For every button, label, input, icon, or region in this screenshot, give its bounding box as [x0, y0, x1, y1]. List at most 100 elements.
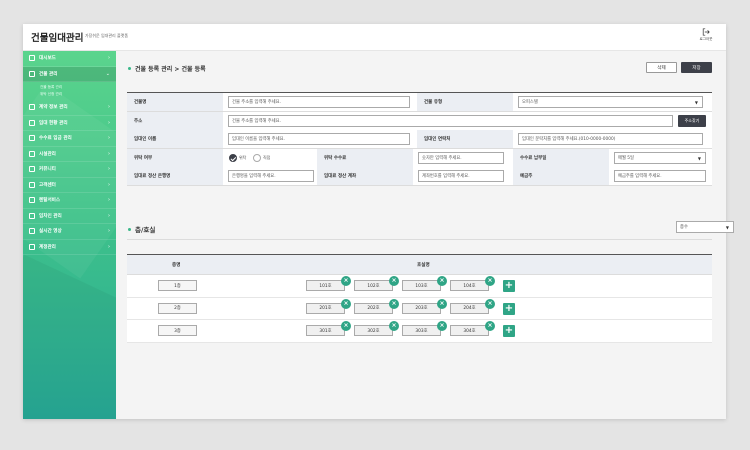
fee-date-select[interactable]: 매월 5일 ▼: [614, 151, 706, 164]
room-chip[interactable]: 301호 ×: [306, 321, 351, 336]
floor-button[interactable]: 1층: [158, 280, 197, 291]
sidebar-item-fee-deposit[interactable]: 수수료 입금 관리 ›: [23, 131, 116, 147]
sidebar-item-label: 고객센터: [39, 182, 56, 188]
account-cell: 계좌번호를 입력해 주세요.: [413, 167, 513, 185]
remove-room-icon[interactable]: ×: [437, 321, 447, 331]
sidebar-item-label: 렌탈서비스: [39, 198, 61, 204]
sidebar-item-label: 임대 현황 관리: [39, 120, 68, 126]
remove-room-icon[interactable]: ×: [341, 321, 351, 331]
sidebar-item-tenant[interactable]: 임차인 관리 ›: [23, 209, 116, 224]
column-header-room: 호실명: [417, 263, 430, 268]
breadcrumb: 건물 등록 관리 > 건물 등록: [128, 64, 206, 73]
bank-label: 임대료 정산 은행명: [127, 167, 223, 185]
sidebar-item-rental[interactable]: 렌탈서비스 ›: [23, 193, 116, 209]
remove-room-icon[interactable]: ×: [437, 276, 447, 286]
room-chip[interactable]: 201호 ×: [306, 298, 351, 314]
logout-label: 로그아웃: [699, 37, 713, 41]
logout-button[interactable]: 로그아웃: [696, 28, 716, 42]
room-label: 104호: [463, 283, 476, 289]
remove-room-icon[interactable]: ×: [485, 298, 495, 309]
address-input[interactable]: 건물 주소를 입력해 주세요.: [228, 114, 673, 127]
address-cell: 건물 주소를 입력해 주세요. 주소찾기: [223, 111, 712, 130]
floor-button[interactable]: 2층: [158, 302, 197, 314]
floors-title-text: 층/호실: [135, 226, 156, 234]
address-label: 주소: [127, 111, 223, 130]
room-chip[interactable]: 204호 ×: [450, 298, 495, 314]
remove-room-icon[interactable]: ×: [389, 276, 399, 286]
remove-room-icon[interactable]: ×: [485, 321, 495, 331]
sidebar-item-label: 건물 관리: [39, 71, 58, 77]
find-address-button[interactable]: 주소찾기: [678, 114, 706, 127]
room-chip[interactable]: 103호 ×: [402, 276, 447, 291]
room-chip[interactable]: 203호 ×: [402, 298, 447, 314]
consign-fee-cell: 숫자만 입력해 주세요.: [413, 148, 513, 167]
room-chip[interactable]: 202호 ×: [354, 298, 399, 314]
room-chip[interactable]: 104호 ×: [450, 276, 495, 291]
table-header: 층명 호실명: [127, 255, 712, 275]
bank-input[interactable]: 은행명을 입력해 주세요.: [228, 170, 314, 182]
fee-date-cell: 매월 5일 ▼: [609, 148, 712, 167]
add-room-button[interactable]: +: [503, 280, 515, 292]
bank-cell: 은행명을 입력해 주세요.: [223, 167, 317, 185]
room-chip[interactable]: 304호 ×: [450, 321, 495, 336]
room-chip[interactable]: 303호 ×: [402, 321, 447, 336]
building-icon: [29, 70, 35, 77]
main-content: 건물 등록 관리 > 건물 등록 삭제 저장 건물명 건물 주소를 입력해 주세…: [116, 51, 734, 419]
room-chip[interactable]: 302호 ×: [354, 321, 399, 336]
sidebar-item-lease-status[interactable]: 임대 현황 관리 ›: [23, 116, 116, 131]
remove-room-icon[interactable]: ×: [437, 298, 447, 309]
room-chip[interactable]: 102호 ×: [354, 276, 399, 291]
sidebar-item-facility[interactable]: 시설관리 ›: [23, 147, 116, 162]
landlord-name-input[interactable]: 임대인 이름을 입력해 주세요.: [228, 133, 410, 145]
sidebar-item-label: 수수료 입금 관리: [39, 136, 72, 142]
consign-radio-yes[interactable]: 위탁: [229, 153, 247, 162]
caret-down-icon: ▼: [725, 225, 729, 230]
room-label: 204호: [463, 306, 476, 311]
floor-button[interactable]: 3층: [158, 325, 197, 336]
account-input[interactable]: 계좌번호를 입력해 주세요.: [418, 170, 504, 182]
building-name-input[interactable]: 건물 주소를 입력해 주세요.: [228, 96, 410, 108]
form-row: 건물명 건물 주소를 입력해 주세요. 건물 유형 오피스텔 ▼: [127, 93, 712, 112]
sidebar-item-building[interactable]: 건물 관리 ⌄: [23, 66, 116, 82]
sidebar-decoration: [23, 254, 116, 419]
sidebar-item-account[interactable]: 계정관리 ›: [23, 240, 116, 255]
remove-room-icon[interactable]: ×: [341, 276, 351, 286]
sidebar-menu: 대시보드 › 건물 관리 ⌄ 건물 등록 관리 위탁 신청 관리 계약 정보 관리 ›…: [23, 51, 116, 255]
room-label: 101호: [319, 283, 332, 289]
room-label: 203호: [415, 306, 428, 311]
building-type-cell: 오피스텔 ▼: [513, 93, 712, 111]
floors-table: 층명 호실명 1층 101호 × 102호 × 103호 × 104호 × + 2층 2…: [127, 254, 712, 343]
section-divider: [127, 239, 712, 240]
floor-count-value: 층수: [680, 225, 688, 230]
add-room-button[interactable]: +: [503, 325, 515, 337]
sidebar-item-contract[interactable]: 계약 정보 관리 ›: [23, 100, 116, 116]
remove-room-icon[interactable]: ×: [389, 298, 399, 309]
consign-radio-no[interactable]: 직접: [253, 153, 270, 162]
remove-room-icon[interactable]: ×: [389, 321, 399, 331]
sidebar-item-support[interactable]: 고객센터 ›: [23, 178, 116, 193]
chevron-right-icon: ›: [108, 197, 110, 203]
add-room-button[interactable]: +: [503, 302, 515, 315]
account-label: 임대료 정산 계좌: [317, 167, 413, 185]
save-button[interactable]: 저장: [681, 62, 712, 73]
building-type-value: 오피스텔: [522, 100, 538, 105]
floor-count-select[interactable]: 층수 ▼: [676, 221, 734, 233]
sidebar-item-dashboard[interactable]: 대시보드 ›: [23, 51, 116, 67]
room-chip[interactable]: 101호 ×: [306, 276, 351, 291]
delete-button[interactable]: 삭제: [646, 62, 677, 73]
key-icon: [29, 119, 35, 126]
submenu-item-consign-request[interactable]: 위탁 신청 관리: [40, 91, 116, 98]
chevron-right-icon: ›: [108, 243, 110, 250]
building-type-select[interactable]: 오피스텔 ▼: [518, 96, 703, 108]
holder-input[interactable]: 예금주를 입력해 주세요.: [614, 170, 706, 182]
remove-room-icon[interactable]: ×: [341, 298, 351, 309]
landlord-contact-input[interactable]: 임대인 문락처를 입력해 주세요.(010-0000-0000): [518, 133, 703, 145]
fee-date-label: 수수료 납부일: [513, 148, 609, 167]
remove-room-icon[interactable]: ×: [485, 276, 495, 286]
landlord-name-label: 임대인 이름: [127, 130, 223, 148]
sidebar-item-video[interactable]: 실시간 영상 ›: [23, 224, 116, 240]
radio-label: 위탁: [239, 154, 247, 160]
sidebar-item-community[interactable]: 커뮤니티 ›: [23, 162, 116, 178]
consign-fee-label: 위탁 수수료: [317, 148, 413, 167]
consign-fee-input[interactable]: 숫자만 입력해 주세요.: [418, 151, 504, 164]
